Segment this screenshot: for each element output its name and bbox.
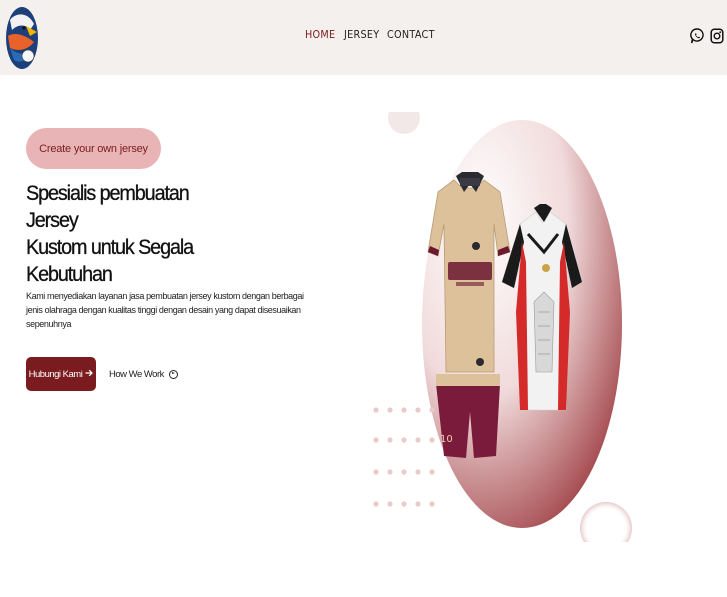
nav-jersey[interactable]: JERSEY (344, 29, 379, 41)
hero-description: Kami menyediakan layanan jasa pembuatan … (26, 291, 304, 329)
play-circle-icon (168, 369, 178, 379)
hero-title: Spesialis pembuatan Jersey Kustom untuk … (26, 180, 238, 288)
hero-title-line: Kustom untuk Segala (26, 235, 194, 259)
site-header: HOME JERSEY CONTACT (0, 0, 727, 75)
create-jersey-badge[interactable]: Create your own jersey (26, 128, 161, 169)
hero-title-line: Kebutuhan (26, 262, 113, 286)
contact-us-button[interactable]: Hubungi Kami (26, 357, 96, 391)
whatsapp-icon[interactable] (690, 25, 704, 47)
how-we-work-button[interactable]: How We Work (109, 367, 178, 381)
jersey-showcase-image: 10 (360, 102, 640, 554)
arrow-right-icon (85, 369, 94, 380)
svg-text:10: 10 (440, 434, 453, 445)
contact-us-label: Hubungi Kami (28, 368, 83, 380)
hero-title-line: Spesialis pembuatan Jersey (26, 181, 190, 232)
nav-home[interactable]: HOME (305, 29, 335, 41)
main-nav: HOME JERSEY CONTACT (0, 29, 727, 45)
instagram-icon[interactable] (710, 25, 724, 47)
how-we-work-label: How We Work (109, 368, 164, 380)
nav-contact[interactable]: CONTACT (387, 29, 435, 41)
